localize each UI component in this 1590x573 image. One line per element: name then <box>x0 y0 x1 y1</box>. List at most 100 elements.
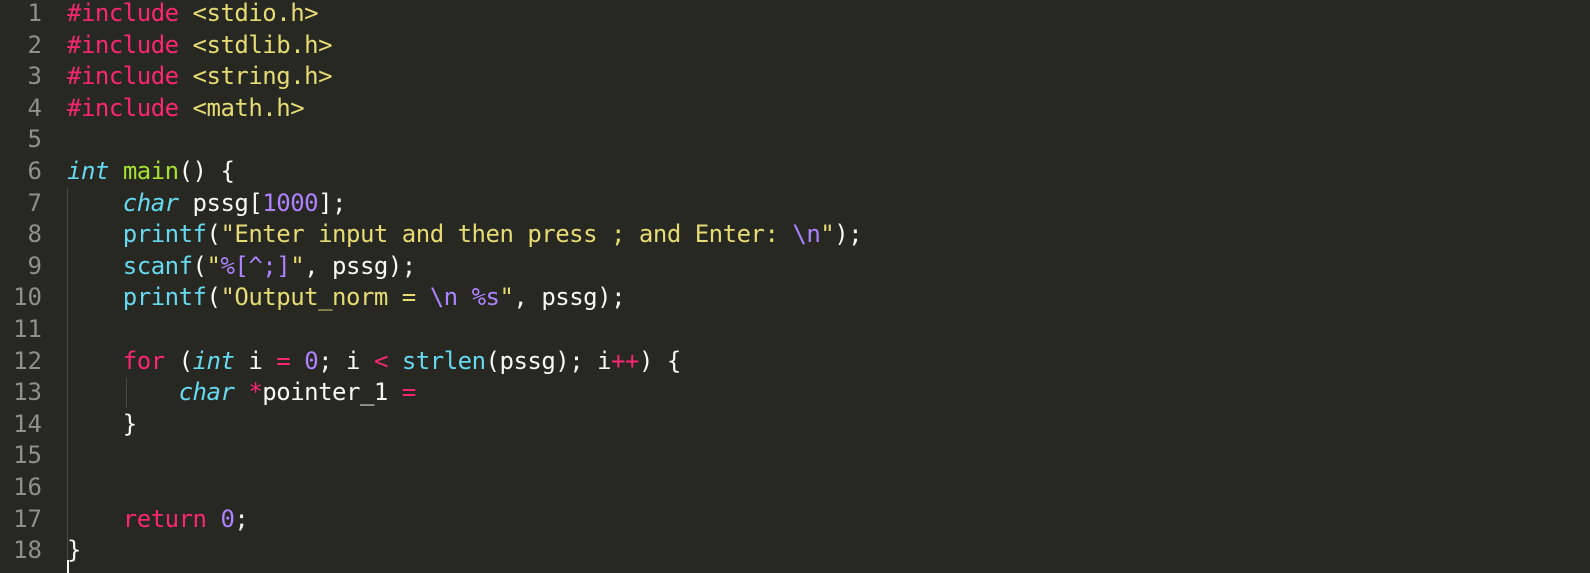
line-number: 1 <box>27 0 42 27</box>
code-token: \n <box>792 220 821 249</box>
code-text: } <box>67 409 137 441</box>
code-token: } <box>67 536 81 565</box>
code-token: ( <box>192 251 207 280</box>
code-token: } <box>67 409 137 438</box>
code-token: #include <box>67 0 179 27</box>
code-text: printf("Enter input and then press ; and… <box>67 219 863 251</box>
code-token: * <box>248 378 263 407</box>
line-number: 5 <box>27 125 42 154</box>
code-text: } <box>67 535 81 567</box>
code-token: <string.h> <box>192 62 333 91</box>
code-line[interactable]: 1 #include <stdio.h> <box>0 0 1590 30</box>
code-line[interactable]: 17 return 0; <box>0 504 1590 536</box>
code-line[interactable]: 10 printf("Output_norm = \n %s", pssg); <box>0 282 1590 314</box>
code-text: #include <string.h> <box>67 61 333 93</box>
code-line[interactable]: 15 <box>0 440 1590 472</box>
code-token: " <box>499 283 514 312</box>
code-token: <math.h> <box>192 93 305 122</box>
code-line[interactable]: 3 #include <string.h> <box>0 61 1590 93</box>
code-token: ( <box>164 346 193 375</box>
code-token: i <box>234 346 277 375</box>
code-line[interactable]: 16 <box>0 472 1590 504</box>
code-text: #include <stdlib.h> <box>67 30 333 62</box>
line-number: 17 <box>13 504 42 533</box>
code-token: ; i <box>318 346 374 375</box>
code-token: " <box>820 220 835 249</box>
code-token: return <box>122 504 207 533</box>
line-number: 7 <box>27 188 42 217</box>
code-token: " <box>290 251 305 280</box>
code-token: int <box>192 346 235 375</box>
code-text: scanf("%[^;]", pssg); <box>67 251 416 283</box>
code-text: char *pointer_1 = <box>67 377 417 409</box>
line-number: 3 <box>27 62 42 91</box>
code-token: scanf <box>122 251 193 280</box>
code-line[interactable]: 18} <box>0 535 1590 567</box>
code-token: strlen <box>401 346 486 375</box>
line-number: 10 <box>13 283 42 312</box>
code-token: #include <box>67 93 179 122</box>
code-token: = <box>401 378 416 407</box>
code-line[interactable]: 8 printf("Enter input and then press ; a… <box>0 219 1590 251</box>
code-token: ; <box>234 504 249 533</box>
code-token: char <box>178 378 235 407</box>
code-line[interactable]: 14 } <box>0 409 1590 441</box>
code-token: <stdlib.h> <box>192 30 333 59</box>
code-line[interactable]: 11 <box>0 314 1590 346</box>
code-token: <stdio.h> <box>192 0 319 27</box>
code-token: , pssg); <box>304 251 416 280</box>
code-token: (pssg); i <box>485 346 612 375</box>
code-editor[interactable]: 1 #include <stdio.h> 2 #include <stdlib.h> 3… <box>0 0 1590 573</box>
code-token: ); <box>834 220 863 249</box>
code-token: printf <box>122 220 207 249</box>
code-token: " <box>206 251 221 280</box>
line-number: 16 <box>13 473 42 501</box>
code-line[interactable]: 2 #include <stdlib.h> <box>0 30 1590 62</box>
code-line[interactable]: 5 <box>0 124 1590 156</box>
code-token: ( <box>206 283 221 312</box>
code-token: main <box>122 157 179 185</box>
code-text: for (int i = 0; i < strlen(pssg); i++) { <box>67 346 682 378</box>
code-token: () { <box>178 157 235 185</box>
line-number: 9 <box>27 251 42 280</box>
code-token: for <box>122 346 165 375</box>
code-text: return 0; <box>67 504 249 536</box>
code-token: char <box>122 188 179 217</box>
code-line[interactable]: 7 char pssg[1000]; <box>0 188 1590 220</box>
code-line[interactable]: 12 for (int i = 0; i < strlen(pssg); i++… <box>0 346 1590 378</box>
line-number: 14 <box>13 409 42 438</box>
code-token: "Output_norm = <box>220 283 430 312</box>
code-line[interactable]: 6 int main() { <box>0 156 1590 188</box>
code-token: = <box>276 346 291 375</box>
line-number: 4 <box>27 93 42 122</box>
code-line[interactable]: 13 char *pointer_1 = <box>0 377 1590 409</box>
line-number: 13 <box>13 378 42 407</box>
code-line[interactable]: 9 scanf("%[^;]", pssg); <box>0 251 1590 283</box>
code-token: printf <box>122 283 207 312</box>
code-token: #include <box>67 62 179 91</box>
code-line[interactable]: 4 #include <math.h> <box>0 93 1590 125</box>
code-text: int main() { <box>67 156 235 188</box>
line-number: 12 <box>13 346 42 375</box>
code-token: ++ <box>611 346 639 375</box>
code-token: ) { <box>639 346 681 375</box>
code-text: #include <stdio.h> <box>67 0 319 30</box>
line-number: 18 <box>13 536 42 565</box>
code-token: pointer_1 <box>262 378 402 407</box>
code-token: "Enter input and then press ; and Enter: <box>220 220 793 249</box>
